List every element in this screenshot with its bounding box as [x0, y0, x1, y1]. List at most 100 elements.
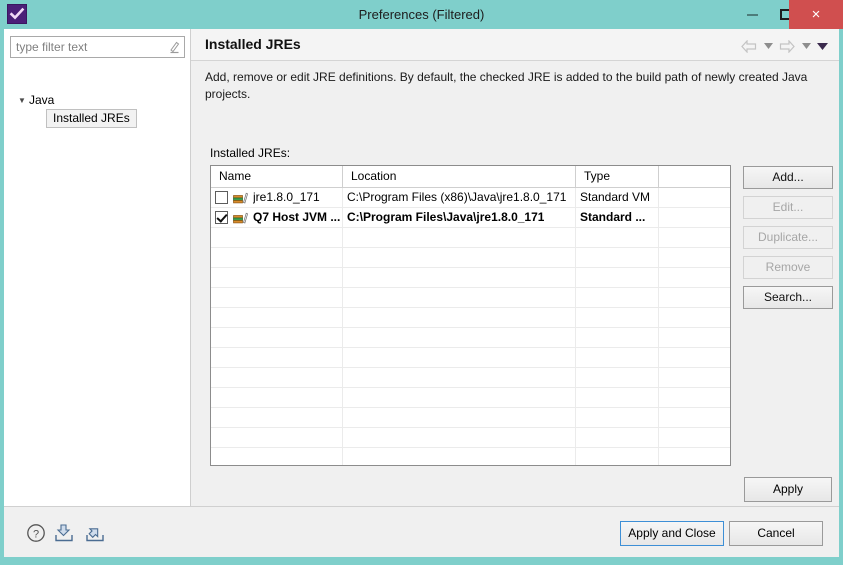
close-icon: × — [811, 6, 821, 23]
remove-button[interactable]: Remove — [743, 256, 833, 279]
table-header-row: Name Location Type — [211, 166, 730, 188]
table-cell-empty — [343, 348, 576, 367]
back-menu-chevron-down-icon[interactable] — [761, 37, 775, 55]
table-cell-empty — [343, 268, 576, 287]
table-cell-empty — [211, 388, 343, 407]
table-row-empty[interactable] — [211, 228, 730, 248]
row-checkbox[interactable] — [215, 191, 228, 204]
table-cell-empty — [343, 448, 576, 465]
table-cell-empty — [211, 308, 343, 327]
sidebar-item-label: Java — [29, 93, 55, 107]
window-title: Preferences (Filtered) — [358, 7, 485, 22]
table-cell-empty — [659, 308, 730, 327]
minimize-button[interactable] — [735, 0, 769, 29]
column-header-location[interactable]: Location — [343, 166, 576, 187]
table-cell-empty — [211, 288, 343, 307]
table-row-empty[interactable] — [211, 368, 730, 388]
column-header-extra[interactable] — [659, 166, 730, 187]
table-cell-empty — [343, 428, 576, 447]
table-row[interactable]: jre1.8.0_171 C:\Program Files (x86)\Java\… — [211, 188, 730, 208]
navigation-controls — [739, 37, 829, 55]
edit-button[interactable]: Edit... — [743, 196, 833, 219]
table-cell-empty — [211, 328, 343, 347]
table-cell-empty — [659, 368, 730, 387]
table-cell-empty — [211, 368, 343, 387]
table-row-empty[interactable] — [211, 328, 730, 348]
table-row-empty[interactable] — [211, 268, 730, 288]
table-cell-type: Standard ... — [576, 208, 659, 227]
table-cell-empty — [343, 308, 576, 327]
page-header: Installed JREs — [191, 29, 839, 61]
table-cell-empty — [576, 388, 659, 407]
table-cell-location: C:\Program Files\Java\jre1.8.0_171 — [343, 208, 576, 227]
help-icon[interactable]: ? — [23, 521, 49, 545]
expand-arrow-icon[interactable]: ▼ — [18, 92, 29, 110]
installed-jres-table[interactable]: Name Location Type jre1.8.0_171 C:\Progra… — [210, 165, 731, 466]
page-description: Add, remove or edit JRE definitions. By … — [205, 70, 808, 101]
preferences-tree-pane: type filter text ▼ Java Installed JREs — [4, 29, 191, 506]
view-menu-chevron-down-icon[interactable] — [815, 37, 829, 55]
cell-text: C:\Program Files (x86)\Java\jre1.8.0_171 — [347, 190, 567, 204]
export-icon[interactable] — [83, 521, 109, 545]
cell-text: jre1.8.0_171 — [253, 190, 320, 204]
duplicate-button[interactable]: Duplicate... — [743, 226, 833, 249]
clear-filter-icon[interactable] — [164, 37, 184, 57]
table-cell-empty — [211, 348, 343, 367]
apply-and-close-button[interactable]: Apply and Close — [620, 521, 724, 546]
table-cell-empty — [343, 368, 576, 387]
table-cell-empty — [576, 448, 659, 465]
cancel-button[interactable]: Cancel — [729, 521, 823, 546]
table-cell-empty — [211, 408, 343, 427]
table-row-empty[interactable] — [211, 288, 730, 308]
table-cell-empty — [576, 408, 659, 427]
forward-menu-chevron-down-icon[interactable] — [799, 37, 813, 55]
column-header-name[interactable]: Name — [211, 166, 343, 187]
table-cell-empty — [576, 248, 659, 267]
table-row-empty[interactable] — [211, 348, 730, 368]
sidebar-item-java[interactable]: ▼ Java — [18, 91, 54, 109]
back-arrow-icon[interactable] — [739, 37, 759, 55]
table-cell-empty — [211, 448, 343, 465]
table-cell-empty — [659, 448, 730, 465]
table-cell-empty — [659, 408, 730, 427]
search-button[interactable]: Search... — [743, 286, 833, 309]
title-bar: Preferences (Filtered) × — [0, 0, 843, 29]
table-cell-empty — [659, 428, 730, 447]
table-cell-type: Standard VM — [576, 188, 659, 207]
table-row-empty[interactable] — [211, 308, 730, 328]
sidebar-item-installed-jres[interactable]: Installed JREs — [46, 109, 137, 128]
cell-text: Standard ... — [580, 210, 646, 224]
add-button[interactable]: Add... — [743, 166, 833, 189]
dialog-body: type filter text ▼ Java Installed JREs In… — [4, 29, 839, 506]
table-cell-empty — [343, 228, 576, 247]
apply-button[interactable]: Apply — [744, 477, 832, 502]
table-cell-empty — [576, 228, 659, 247]
table-cell-empty — [659, 248, 730, 267]
close-button[interactable]: × — [789, 0, 843, 29]
search-input-placeholder: type filter text — [16, 40, 88, 54]
cell-text: C:\Program Files\Java\jre1.8.0_171 — [347, 210, 545, 224]
table-row-empty[interactable] — [211, 388, 730, 408]
table-cell-empty — [343, 288, 576, 307]
forward-arrow-icon[interactable] — [777, 37, 797, 55]
jre-icon — [233, 211, 248, 225]
table-row-empty[interactable] — [211, 248, 730, 268]
svg-text:?: ? — [33, 529, 39, 541]
minimize-icon — [746, 13, 758, 16]
table-cell-empty — [343, 328, 576, 347]
table-body: jre1.8.0_171 C:\Program Files (x86)\Java\… — [211, 188, 730, 465]
table-row-empty[interactable] — [211, 408, 730, 428]
table-row[interactable]: Q7 Host JVM ... C:\Program Files\Java\jre… — [211, 208, 730, 228]
column-header-type[interactable]: Type — [576, 166, 659, 187]
row-checkbox[interactable] — [215, 211, 228, 224]
import-icon[interactable] — [52, 521, 78, 545]
table-label: Installed JREs: — [210, 146, 291, 160]
table-row-empty[interactable] — [211, 428, 730, 448]
table-row-empty[interactable] — [211, 448, 730, 465]
sidebar-item-label: Installed JREs — [53, 111, 130, 125]
table-cell-empty — [343, 248, 576, 267]
table-cell-empty — [576, 328, 659, 347]
search-input[interactable]: type filter text — [10, 36, 185, 58]
table-cell-empty — [576, 368, 659, 387]
table-cell-empty — [343, 408, 576, 427]
